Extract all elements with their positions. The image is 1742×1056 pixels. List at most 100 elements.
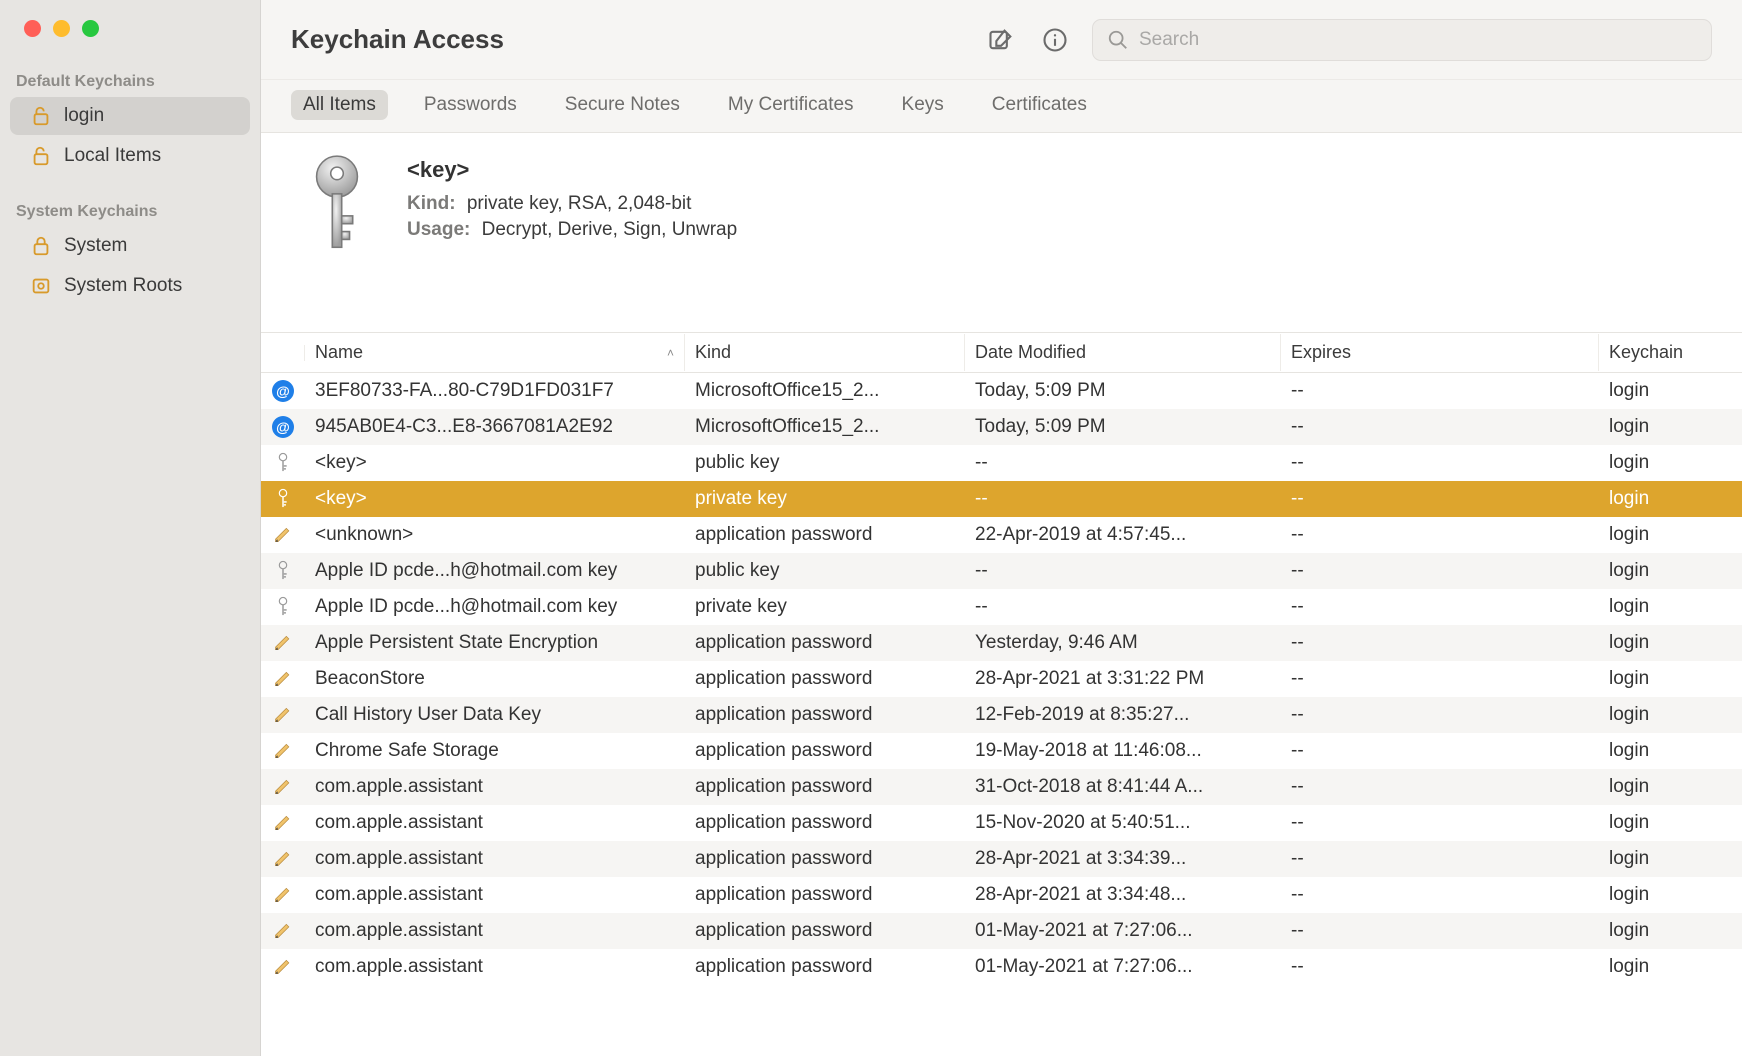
tab-certificates[interactable]: Certificates xyxy=(980,90,1099,120)
pencil-icon xyxy=(261,917,305,945)
pencil-icon xyxy=(261,881,305,909)
table-row[interactable]: com.apple.assistantapplication password0… xyxy=(261,949,1742,985)
usage-value: Decrypt, Derive, Sign, Unwrap xyxy=(482,219,738,240)
col-icon[interactable] xyxy=(261,345,305,361)
window-close-button[interactable] xyxy=(24,20,41,37)
sidebar-item-system[interactable]: System xyxy=(10,227,250,265)
pencil-icon xyxy=(261,629,305,657)
cell-name: <key> xyxy=(305,484,685,514)
cell-kind: MicrosoftOffice15_2... xyxy=(685,412,965,442)
cell-keychain: login xyxy=(1599,736,1739,766)
table-row[interactable]: Chrome Safe Storageapplication password1… xyxy=(261,733,1742,769)
table-row[interactable]: Apple ID pcde...h@hotmail.com keyprivate… xyxy=(261,589,1742,625)
table-row[interactable]: <key>private key----login xyxy=(261,481,1742,517)
main: Keychain Access All ItemsPasswordsSecure… xyxy=(261,0,1742,1056)
cell-date: Yesterday, 9:46 AM xyxy=(965,628,1281,658)
tab-all-items[interactable]: All Items xyxy=(291,90,388,120)
sidebar-item-login[interactable]: login xyxy=(10,97,250,135)
table-row[interactable]: Apple ID pcde...h@hotmail.com keypublic … xyxy=(261,553,1742,589)
window-controls xyxy=(0,20,260,37)
cell-kind: application password xyxy=(685,844,965,874)
kind-label: Kind: xyxy=(407,193,456,214)
lock-icon xyxy=(30,235,52,257)
cell-kind: application password xyxy=(685,736,965,766)
items-table[interactable]: Name ˄ Kind Date Modified Expires Keycha… xyxy=(261,333,1742,1056)
cell-name: <key> xyxy=(305,448,685,478)
cell-keychain: login xyxy=(1599,520,1739,550)
table-row[interactable]: Apple Persistent State Encryptionapplica… xyxy=(261,625,1742,661)
pencil-icon xyxy=(261,701,305,729)
sidebar-item-local-items[interactable]: Local Items xyxy=(10,137,250,175)
col-keychain-label: Keychain xyxy=(1609,342,1683,363)
search-input[interactable] xyxy=(1139,29,1697,51)
pencil-icon xyxy=(261,773,305,801)
window-minimize-button[interactable] xyxy=(53,20,70,37)
cell-kind: application password xyxy=(685,916,965,946)
cell-expires: -- xyxy=(1281,700,1599,730)
cell-date: 22-Apr-2019 at 4:57:45... xyxy=(965,520,1281,550)
search-field[interactable] xyxy=(1092,19,1712,61)
key-icon xyxy=(261,448,305,478)
cell-expires: -- xyxy=(1281,916,1599,946)
table-row[interactable]: com.apple.assistantapplication password1… xyxy=(261,805,1742,841)
cell-expires: -- xyxy=(1281,628,1599,658)
sort-asc-icon: ˄ xyxy=(667,346,674,360)
window-zoom-button[interactable] xyxy=(82,20,99,37)
table-row[interactable]: @3EF80733-FA...80-C79D1FD031F7MicrosoftO… xyxy=(261,373,1742,409)
cell-name: Apple ID pcde...h@hotmail.com key xyxy=(305,592,685,622)
key-icon xyxy=(302,153,372,263)
table-row[interactable]: Call History User Data Keyapplication pa… xyxy=(261,697,1742,733)
cell-date: -- xyxy=(965,592,1281,622)
item-detail-text: <key> Kind: private key, RSA, 2,048-bit … xyxy=(407,153,737,302)
cell-kind: application password xyxy=(685,772,965,802)
tab-passwords[interactable]: Passwords xyxy=(412,90,529,120)
usage-label: Usage: xyxy=(407,219,470,240)
sidebar-item-system-roots[interactable]: System Roots xyxy=(10,267,250,305)
table-row[interactable]: <unknown>application password22-Apr-2019… xyxy=(261,517,1742,553)
table-row[interactable]: com.apple.assistantapplication password2… xyxy=(261,841,1742,877)
col-date-label: Date Modified xyxy=(975,342,1086,363)
compose-button[interactable] xyxy=(984,23,1018,57)
cell-kind: application password xyxy=(685,808,965,838)
info-icon xyxy=(1041,26,1069,54)
table-row[interactable]: BeaconStoreapplication password28-Apr-20… xyxy=(261,661,1742,697)
cell-name: com.apple.assistant xyxy=(305,880,685,910)
cell-expires: -- xyxy=(1281,664,1599,694)
col-expires[interactable]: Expires xyxy=(1281,334,1599,371)
cell-kind: application password xyxy=(685,520,965,550)
col-date[interactable]: Date Modified xyxy=(965,334,1281,371)
cell-expires: -- xyxy=(1281,592,1599,622)
cell-keychain: login xyxy=(1599,844,1739,874)
cell-name: com.apple.assistant xyxy=(305,844,685,874)
cell-kind: application password xyxy=(685,700,965,730)
pencil-icon xyxy=(261,665,305,693)
col-name-label: Name xyxy=(315,342,363,363)
cell-name: com.apple.assistant xyxy=(305,952,685,982)
cell-keychain: login xyxy=(1599,916,1739,946)
sidebar-section-label: System Keychains xyxy=(0,195,260,225)
sidebar-item-label: System Roots xyxy=(64,275,182,297)
col-name[interactable]: Name ˄ xyxy=(305,334,685,371)
tab-keys[interactable]: Keys xyxy=(890,90,956,120)
table-row[interactable]: com.apple.assistantapplication password0… xyxy=(261,913,1742,949)
sidebar-item-label: login xyxy=(64,105,104,127)
table-row[interactable]: @945AB0E4-C3...E8-3667081A2E92MicrosoftO… xyxy=(261,409,1742,445)
table-row[interactable]: com.apple.assistantapplication password2… xyxy=(261,877,1742,913)
pencil-icon xyxy=(261,809,305,837)
table-row[interactable]: com.apple.assistantapplication password3… xyxy=(261,769,1742,805)
cell-keychain: login xyxy=(1599,448,1739,478)
cell-date: 12-Feb-2019 at 8:35:27... xyxy=(965,700,1281,730)
cell-date: 31-Oct-2018 at 8:41:44 A... xyxy=(965,772,1281,802)
table-row[interactable]: <key>public key----login xyxy=(261,445,1742,481)
at-icon: @ xyxy=(261,376,305,406)
col-kind[interactable]: Kind xyxy=(685,334,965,371)
col-keychain[interactable]: Keychain xyxy=(1599,334,1739,371)
tab-secure-notes[interactable]: Secure Notes xyxy=(553,90,692,120)
kind-value: private key, RSA, 2,048-bit xyxy=(467,193,692,214)
cell-name: com.apple.assistant xyxy=(305,808,685,838)
cell-name: 3EF80733-FA...80-C79D1FD031F7 xyxy=(305,376,685,406)
tab-my-certificates[interactable]: My Certificates xyxy=(716,90,866,120)
cell-keychain: login xyxy=(1599,772,1739,802)
item-detail-kind-line: Kind: private key, RSA, 2,048-bit xyxy=(407,193,737,215)
info-button[interactable] xyxy=(1038,23,1072,57)
